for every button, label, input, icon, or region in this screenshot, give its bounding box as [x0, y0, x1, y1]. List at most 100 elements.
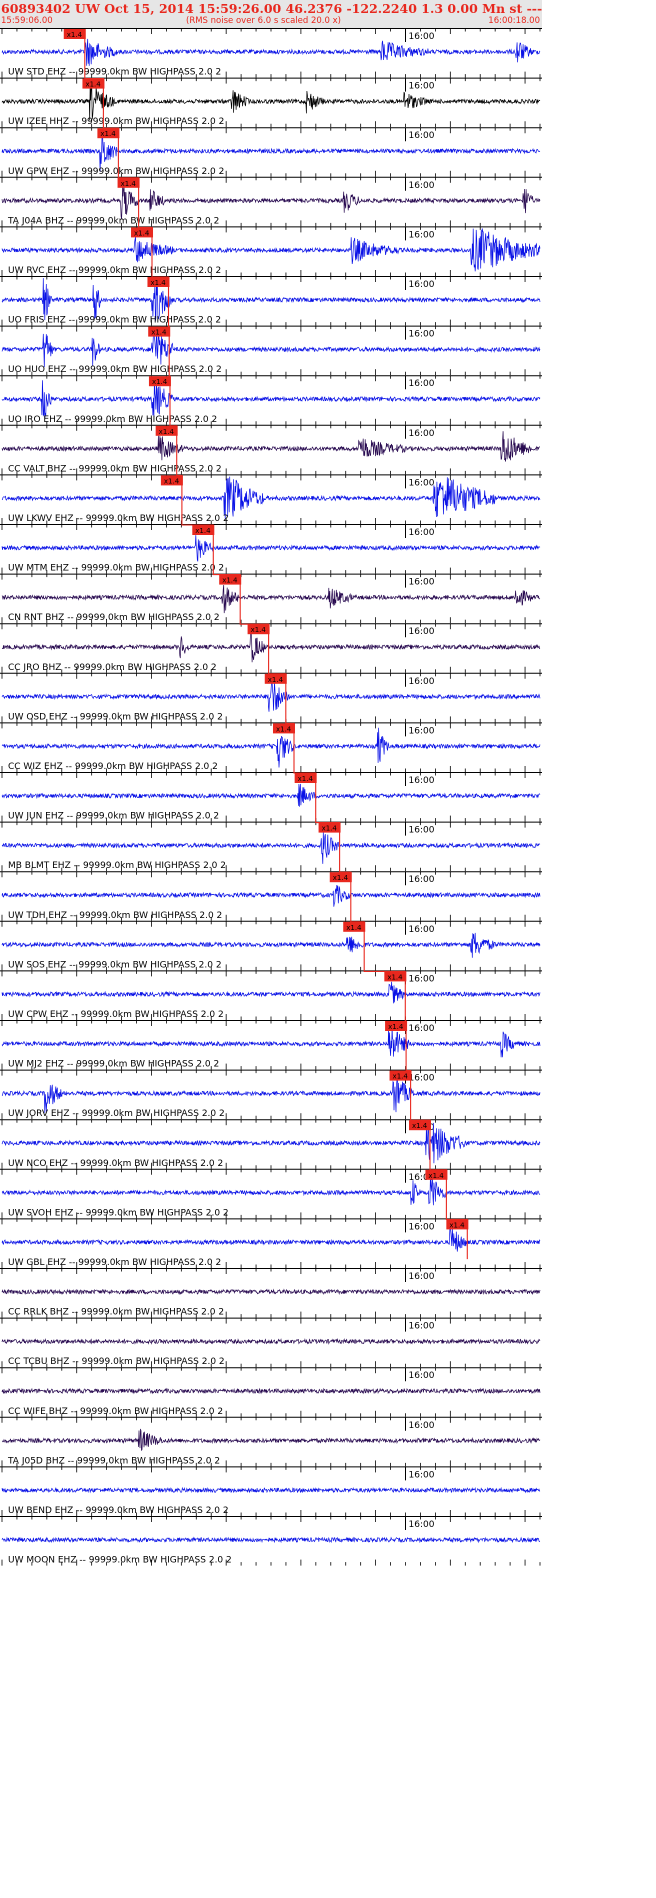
minute-label: 16:00 [409, 726, 435, 736]
station-label: UW BEND EHZ -- 99999.0km BW HIGHPASS 2.0… [8, 1506, 229, 1516]
station-label: UW TDH EHZ -- 99999.0km BW HIGHPASS 2.0 … [8, 911, 222, 921]
minute-label: 16:00 [409, 677, 435, 687]
station-label: UO IRO EHZ -- 99999.0km BW HIGHPASS 2.0 … [8, 415, 217, 425]
station-label: UW IZEE HHZ -- 99999.0km BW HIGHPASS 2.0… [8, 117, 224, 127]
pick-label: x1.4 [121, 180, 137, 188]
station-trace: 16:00UW SVOH EHZ -- 99999.0km BW HIGHPAS… [0, 1168, 542, 1219]
waveform [1, 1079, 541, 1113]
minute-label: 16:00 [409, 1024, 435, 1034]
pick-label: x1.4 [276, 725, 292, 733]
minute-label: 16:00 [409, 1222, 435, 1232]
pick-label: x1.4 [164, 477, 180, 485]
station-trace: 16:00 UO FRIS EHZ -- 99999.0km BW HIGHPAS… [0, 276, 542, 326]
minute-label: 16:00 [409, 627, 435, 637]
pick-label: x1.4 [412, 1122, 428, 1130]
pick-label: x1.4 [152, 378, 168, 386]
station-trace: 16:00 UW MTM EHZ -- 99999.0km BW HIGHPASS… [0, 524, 542, 574]
pick-label: x1.4 [251, 626, 267, 634]
pick-label: x1.4 [333, 874, 349, 882]
station-label: UW JORV EHZ -- 99999.0km BW HIGHPASS 2.0… [8, 1109, 225, 1119]
minute-label: 16:00 [409, 379, 435, 389]
station-label: UW RVC EHZ -- 99999.0km BW HIGHPASS 2.0 … [8, 266, 221, 276]
station-label: UW GPW EHZ -- 99999.0km BW HIGHPASS 2.0 … [8, 167, 224, 177]
station-trace: 16:00 UW RVC EHZ -- 99999.0km BW HIGHPASS… [0, 226, 542, 276]
station-trace: 16:00 UO IRO EHZ -- 99999.0km BW HIGHPASS… [0, 375, 542, 425]
station-trace: 16:00 CC WIZ EHZ -- 99999.0km BW HIGHPASS… [0, 722, 542, 772]
station-trace: 16:00 UW GBL EHZ -- 99999.0km BW HIGHPASS… [0, 1218, 542, 1268]
station-label: UW STD EHZ -- 99999.0km BW HIGHPASS 2.0 … [8, 68, 221, 78]
station-trace: 16:00 CC VALT BHZ -- 99999.0km BW HIGHPAS… [0, 424, 542, 475]
minute-label: 16:00 [409, 1272, 435, 1282]
minute-label: 16:00 [409, 1421, 435, 1431]
waveform [1, 831, 541, 864]
minute-label: 16:00 [409, 32, 435, 42]
minute-label: 16:00 [409, 974, 435, 984]
minute-label: 16:00 [409, 1322, 435, 1332]
waveform [1, 332, 541, 368]
station-trace: 16:00 UW IZEE HHZ -- 99999.0km BW HIGHPAS… [0, 77, 542, 128]
station-label: CC RRLK BHZ -- 99999.0km BW HIGHPASS 2.0… [8, 1308, 224, 1318]
waveform [1, 1121, 541, 1164]
waveform [1, 1175, 541, 1206]
waveform [1, 1027, 541, 1058]
minute-label: 16:00 [409, 875, 435, 885]
waveform [1, 38, 541, 66]
minute-label: 16:00 [409, 826, 435, 836]
station-trace: 16:00 UW STD EHZ -- 99999.0km BW HIGHPASS… [0, 28, 542, 78]
station-trace: 16:00 CC JRO BHZ -- 99999.0km BW HIGHPASS… [0, 623, 542, 673]
waveform [1, 884, 541, 907]
pick-label: x1.4 [322, 825, 338, 833]
station-label: CC WIFE BHZ -- 99999.0km BW HIGHPASS 2.0… [8, 1407, 223, 1417]
station-trace: 16:00 UW BEND EHZ -- 99999.0km BW HIGHPAS… [0, 1466, 542, 1516]
minute-label: 16:00 [409, 82, 435, 92]
minute-label: 16:00 [409, 330, 435, 340]
minute-label: 16:00 [409, 280, 435, 290]
pick-label: x1.4 [100, 130, 116, 138]
station-label: UW CPW EHZ -- 99999.0km BW HIGHPASS 2.0 … [8, 1010, 224, 1020]
pick-label: x1.4 [151, 329, 167, 337]
station-label: UW SVOH EHZ -- 99999.0km BW HIGHPASS 2.0… [8, 1208, 229, 1218]
scaling-note: (RMS noise over 6.0 s scaled 20.0 x) [186, 16, 341, 26]
station-label: CC WIZ EHZ -- 99999.0km BW HIGHPASS 2.0 … [8, 762, 218, 772]
waveform [1, 228, 541, 272]
waveform [1, 535, 541, 562]
minute-label: 16:00 [409, 478, 435, 488]
pick-label: x1.4 [67, 31, 83, 39]
waveform [1, 1338, 541, 1345]
pick-label: x1.4 [393, 1073, 409, 1081]
station-trace: 16:00 UW MJ2 EHZ -- 99999.0km BW HIGHPASS… [0, 1020, 542, 1070]
station-trace: 16:00UW NCO EHZ -- 99999.0km BW HIGHPASS… [0, 1119, 542, 1169]
station-label: CC JRO BHZ -- 99999.0km BW HIGHPASS 2.0 … [8, 663, 217, 673]
station-label: TA J05D BHZ -- 99999.0km BW HIGHPASS 2.0… [7, 1456, 220, 1466]
station-label: UW SOS EHZ -- 99999.0km BW HIGHPASS 2.0 … [8, 960, 222, 970]
pick-label: x1.4 [134, 229, 150, 237]
station-trace: 16:00 UW JORV EHZ -- 99999.0km BW HIGHPAS… [0, 1069, 542, 1120]
minute-label: 16:00 [409, 1470, 435, 1480]
waveform [1, 981, 541, 1004]
minute-label: 16:00 [409, 925, 435, 935]
waveform [1, 1387, 541, 1395]
station-label: UW MJ2 EHZ -- 99999.0km BW HIGHPASS 2.0 … [8, 1060, 219, 1070]
station-trace: 16:00 MB BLMT EHZ -- 99999.0km BW HIGHPAS… [0, 821, 542, 872]
waveform [1, 1288, 541, 1296]
waveform [1, 431, 540, 462]
station-label: UW LKWV EHZ -- 99999.0km BW HIGHPASS 2.0… [8, 514, 229, 524]
minute-label: 16:00 [409, 429, 435, 439]
station-label: MB BLMT EHZ -- 99999.0km BW HIGHPASS 2.0… [8, 861, 226, 871]
station-trace: 16:00 CN RNT BHZ -- 99999.0km BW HIGHPASS… [0, 573, 542, 624]
station-trace: 16:00 UW SOS EHZ -- 99999.0km BW HIGHPASS… [0, 920, 542, 971]
station-trace: 16:00 UW JUN EHZ -- 99999.0km BW HIGHPASS… [0, 772, 542, 822]
station-label: UW MTM EHZ -- 99999.0km BW HIGHPASS 2.0 … [8, 564, 224, 574]
pick-label: x1.4 [387, 973, 403, 981]
waveform [1, 1486, 541, 1494]
station-trace: 16:00 TA J04A BHZ -- 99999.0km BW HIGHPAS… [0, 176, 542, 227]
minute-label: 16:00 [409, 230, 435, 240]
waveform [1, 1428, 541, 1451]
station-label: UW OSD EHZ -- 99999.0km BW HIGHPASS 2.0 … [8, 712, 223, 722]
waveform [1, 183, 541, 220]
station-label: CN RNT BHZ -- 99999.0km BW HIGHPASS 2.0 … [8, 613, 220, 623]
station-trace: 16:00 UO HUO EHZ -- 99999.0km BW HIGHPASS… [0, 325, 542, 376]
pick-label: x1.4 [346, 924, 362, 932]
seismogram-page: 60893402 UW Oct 15, 2014 15:59:26.00 46.… [0, 0, 542, 1898]
pick-label: x1.4 [268, 676, 284, 684]
